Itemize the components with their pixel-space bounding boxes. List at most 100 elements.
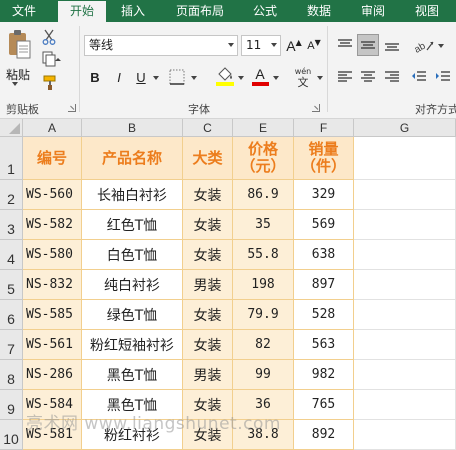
header-cell-price[interactable]: 价格 （元） [233, 137, 294, 180]
cell-category[interactable]: 女装 [183, 300, 233, 330]
cell-category[interactable]: 女装 [183, 240, 233, 270]
header-cell-category[interactable]: 大类 [183, 137, 233, 180]
align-bottom-button[interactable] [381, 34, 403, 56]
cell-code[interactable]: NS-832 [23, 270, 82, 300]
empty-cell[interactable] [354, 210, 456, 240]
cut-icon[interactable] [40, 28, 58, 46]
cell-product[interactable]: 长袖白衬衫 [82, 180, 183, 210]
cell-product[interactable]: 红色T恤 [82, 210, 183, 240]
cell-code[interactable]: WS-584 [23, 390, 82, 420]
cell-product[interactable]: 黑色T恤 [82, 360, 183, 390]
grow-font-button[interactable]: A ▲ [285, 36, 303, 56]
cell-price[interactable]: 198 [233, 270, 294, 300]
empty-cell[interactable] [354, 240, 456, 270]
cell-category[interactable]: 男装 [183, 270, 233, 300]
row-header-10[interactable]: 10 [0, 420, 23, 450]
font-size-dropdown-icon[interactable] [271, 43, 277, 47]
select-all-corner[interactable] [0, 119, 23, 137]
font-launcher-icon[interactable] [312, 104, 320, 112]
cell-price[interactable]: 79.9 [233, 300, 294, 330]
cell-code[interactable]: NS-286 [23, 360, 82, 390]
column-header-e[interactable]: E [233, 119, 294, 137]
row-header-4[interactable]: 4 [0, 240, 23, 270]
fill-color-button[interactable] [214, 64, 236, 88]
tab-review[interactable]: 审阅 [352, 0, 394, 22]
column-header-a[interactable]: A [23, 119, 82, 137]
orientation-button[interactable]: ab [412, 34, 436, 56]
header-cell-code[interactable]: 编号 [23, 137, 82, 180]
column-header-b[interactable]: B [82, 119, 183, 137]
cell-code[interactable]: WS-561 [23, 330, 82, 360]
empty-cell[interactable] [354, 330, 456, 360]
align-left-button[interactable] [334, 66, 356, 88]
cell-sales[interactable]: 765 [294, 390, 354, 420]
cell-category[interactable]: 女装 [183, 180, 233, 210]
cell-category[interactable]: 女装 [183, 390, 233, 420]
cell-code[interactable]: WS-560 [23, 180, 82, 210]
column-header-g[interactable]: G [354, 119, 456, 137]
cell-price[interactable]: 38.8 [233, 420, 294, 450]
cell-product[interactable]: 绿色T恤 [82, 300, 183, 330]
cell-price[interactable]: 82 [233, 330, 294, 360]
column-header-c[interactable]: C [183, 119, 233, 137]
cell-code[interactable]: WS-585 [23, 300, 82, 330]
font-color-button[interactable]: A [250, 64, 270, 88]
empty-cell[interactable] [354, 270, 456, 300]
cell-price[interactable]: 35 [233, 210, 294, 240]
borders-dropdown-icon[interactable] [191, 76, 197, 80]
cell-price[interactable]: 99 [233, 360, 294, 390]
decrease-indent-button[interactable] [408, 66, 430, 88]
paste-dropdown-icon[interactable] [12, 82, 18, 86]
cell-sales[interactable]: 638 [294, 240, 354, 270]
cell-code[interactable]: WS-580 [23, 240, 82, 270]
cell-sales[interactable]: 897 [294, 270, 354, 300]
cell-sales[interactable]: 563 [294, 330, 354, 360]
tab-insert[interactable]: 插入 [111, 0, 155, 22]
align-center-button[interactable] [357, 66, 379, 88]
underline-dropdown-icon[interactable] [153, 76, 159, 80]
underline-button[interactable]: U [132, 66, 150, 88]
bold-button[interactable]: B [86, 66, 104, 88]
tab-view[interactable]: 视图 [406, 0, 448, 22]
increase-indent-button[interactable] [432, 66, 454, 88]
empty-cell[interactable] [354, 300, 456, 330]
empty-cell[interactable] [354, 360, 456, 390]
paste-button-label[interactable]: 粘贴 [6, 66, 30, 83]
italic-button[interactable]: I [110, 66, 128, 88]
header-cell-product[interactable]: 产品名称 [82, 137, 183, 180]
cell-price[interactable]: 55.8 [233, 240, 294, 270]
cell-product[interactable]: 黑色T恤 [82, 390, 183, 420]
header-cell-sales[interactable]: 销量 （件） [294, 137, 354, 180]
font-name-box[interactable]: 等线 [84, 35, 238, 56]
cell-sales[interactable]: 528 [294, 300, 354, 330]
cell-sales[interactable]: 892 [294, 420, 354, 450]
paste-icon[interactable] [4, 28, 34, 64]
align-top-button[interactable] [334, 34, 356, 56]
empty-cell[interactable] [354, 137, 456, 180]
cell-sales[interactable]: 329 [294, 180, 354, 210]
cell-product[interactable]: 白色T恤 [82, 240, 183, 270]
empty-cell[interactable] [354, 180, 456, 210]
cell-category[interactable]: 女装 [183, 330, 233, 360]
borders-button[interactable] [166, 66, 188, 88]
row-header-6[interactable]: 6 [0, 300, 23, 330]
clipboard-launcher-icon[interactable] [68, 104, 76, 112]
align-right-button[interactable] [381, 66, 403, 88]
empty-cell[interactable] [354, 390, 456, 420]
shrink-font-button[interactable]: A ▼ [305, 36, 323, 56]
fill-color-dropdown-icon[interactable] [238, 76, 244, 80]
tab-page-layout[interactable]: 页面布局 [166, 0, 234, 22]
row-header-9[interactable]: 9 [0, 390, 23, 420]
cell-price[interactable]: 36 [233, 390, 294, 420]
cell-category[interactable]: 男装 [183, 360, 233, 390]
align-middle-button[interactable] [357, 34, 379, 56]
row-header-8[interactable]: 8 [0, 360, 23, 390]
tab-file[interactable]: 文件 [4, 0, 44, 22]
cell-sales[interactable]: 982 [294, 360, 354, 390]
cell-code[interactable]: WS-581 [23, 420, 82, 450]
cell-code[interactable]: WS-582 [23, 210, 82, 240]
row-header-7[interactable]: 7 [0, 330, 23, 360]
cell-product[interactable]: 粉红短袖衬衫 [82, 330, 183, 360]
cell-category[interactable]: 女装 [183, 420, 233, 450]
cell-product[interactable]: 粉红衬衫 [82, 420, 183, 450]
